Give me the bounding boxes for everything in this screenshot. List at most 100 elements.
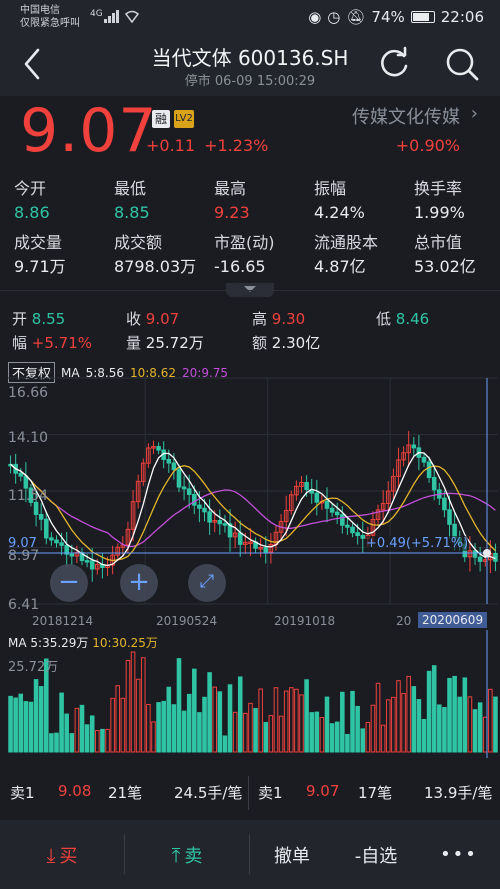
volume-bar: [74, 707, 80, 753]
stat-value: 4.87亿: [314, 257, 366, 276]
candle-body: [447, 509, 452, 525]
stat-value: 53.02亿: [414, 257, 476, 276]
candle-body: [54, 539, 59, 544]
stat-cell: 今开 8.86: [14, 178, 50, 226]
volume-bar: [151, 721, 156, 753]
sell-label: 卖: [184, 845, 203, 867]
volume-svg[interactable]: [0, 630, 500, 758]
volume-bar: [391, 696, 396, 753]
volume-bar: [442, 707, 447, 753]
volume-bar: [125, 660, 131, 753]
stat-label: 振幅: [314, 179, 347, 198]
cancel-order-button[interactable]: 撤单: [250, 820, 334, 889]
day-high-value: 9.30: [271, 310, 306, 328]
candle-body: [426, 461, 432, 478]
y-tick-label: 6.41: [8, 597, 40, 613]
candle-body: [263, 546, 269, 553]
ask-price: 9.08: [58, 782, 92, 800]
chevron-right-icon[interactable]: ›: [471, 103, 478, 124]
stat-value: 8.86: [14, 203, 50, 222]
search-icon[interactable]: [444, 46, 480, 82]
network-type: 4G: [90, 9, 103, 19]
stat-label: 成交额: [114, 233, 163, 252]
refresh-icon[interactable]: [376, 46, 412, 82]
volume-bar: [217, 691, 223, 753]
candle-body: [171, 462, 177, 471]
stock-header: 当代文体 600136.SH 停市 06-09 15:00:29: [0, 34, 500, 96]
stat-label: 今开: [14, 179, 47, 198]
sell-button[interactable]: ⤒ 卖: [125, 820, 249, 889]
fullscreen-icon[interactable]: ⤢: [188, 564, 226, 602]
x-tick-label: 20190524: [156, 614, 218, 628]
volume-bar: [197, 712, 202, 753]
alarm-icon: ◷: [327, 8, 341, 26]
volume-bar: [69, 733, 75, 753]
volume-bar: [447, 677, 452, 753]
volume-max-label: 25.72万: [8, 660, 59, 675]
stat-label: 市盈(动): [214, 233, 275, 252]
more-button[interactable]: •••: [418, 820, 500, 889]
zoom-in-button[interactable]: +: [120, 564, 158, 602]
battery-percent: 74%: [371, 8, 405, 26]
day-amt: 额 2.30亿: [252, 332, 320, 353]
volume-bar: [309, 712, 314, 753]
candle-body: [23, 475, 29, 489]
candle-body: [89, 560, 95, 570]
volume-bar: [457, 696, 463, 753]
stat-cell: 最低 8.85: [114, 178, 150, 226]
volume-bar: [304, 679, 309, 753]
stat-value: 9.23: [214, 203, 250, 222]
candle-body: [49, 537, 54, 541]
signal-wifi-icon: [104, 10, 140, 24]
ask-label-2: 卖1: [258, 784, 283, 802]
candle-body: [334, 511, 340, 516]
volume-bar: [227, 684, 233, 753]
y-tick-label: 16.66: [8, 385, 49, 401]
day-vol: 量 25.72万: [126, 332, 204, 353]
volume-bar: [38, 686, 44, 753]
day-vol-value: 25.72万: [145, 334, 204, 352]
carrier-info: 中国电信 仅限紧急呼叫: [20, 4, 80, 30]
stat-cell: 成交量 9.71万: [14, 232, 66, 280]
volume-bar: [13, 697, 18, 753]
crosshair-change: +0.49(+5.71%): [366, 536, 469, 551]
volume-bar: [18, 693, 24, 753]
divider: [248, 776, 249, 810]
stat-value: -16.65: [214, 257, 266, 276]
remove-watchlist-button[interactable]: -自选: [334, 820, 418, 889]
day-low: 低 8.46: [376, 308, 429, 329]
volume-bar: [334, 721, 340, 753]
volume-bar: [401, 693, 406, 753]
day-low-value: 8.46: [395, 310, 430, 328]
stat-cell: 成交额 8798.03万: [114, 232, 196, 280]
status-bar: 中国电信 仅限紧急呼叫 4G ◉ ◷ 🔕︎ 74% 22:06: [0, 0, 500, 34]
crosshair-price: 9.07: [8, 536, 37, 551]
eye-icon: ◉: [308, 8, 322, 26]
y-tick-label: 14.10: [8, 430, 49, 446]
sector-name[interactable]: 传媒文化传媒: [352, 103, 460, 129]
volume-bar: [156, 702, 161, 753]
volume-bar: [95, 730, 100, 753]
candle-body: [411, 444, 417, 449]
buy-button[interactable]: ⤓ 买: [0, 820, 124, 889]
ask-size-2: 13.9手/笔: [424, 784, 493, 802]
volume-bar: [192, 668, 197, 753]
volume-bar: [115, 685, 121, 753]
current-price: 9.07: [20, 96, 158, 166]
volume-bar: [370, 704, 376, 753]
sector-change: +0.90%: [395, 136, 460, 155]
volume-bar: [482, 716, 488, 753]
stat-value: 8798.03万: [114, 257, 197, 276]
candle-body: [472, 550, 478, 558]
day-amp: 幅 +5.71%: [12, 332, 92, 353]
volume-bar: [273, 687, 279, 753]
candle-body: [84, 560, 90, 563]
volume-bar: [232, 711, 238, 753]
volume-bar: [365, 721, 371, 753]
volume-chart[interactable]: [0, 630, 500, 758]
candle-body: [192, 493, 197, 506]
volume-bar: [437, 704, 442, 753]
volume-bar: [54, 732, 59, 753]
candle-body: [202, 507, 207, 513]
zoom-out-button[interactable]: −: [50, 564, 88, 602]
